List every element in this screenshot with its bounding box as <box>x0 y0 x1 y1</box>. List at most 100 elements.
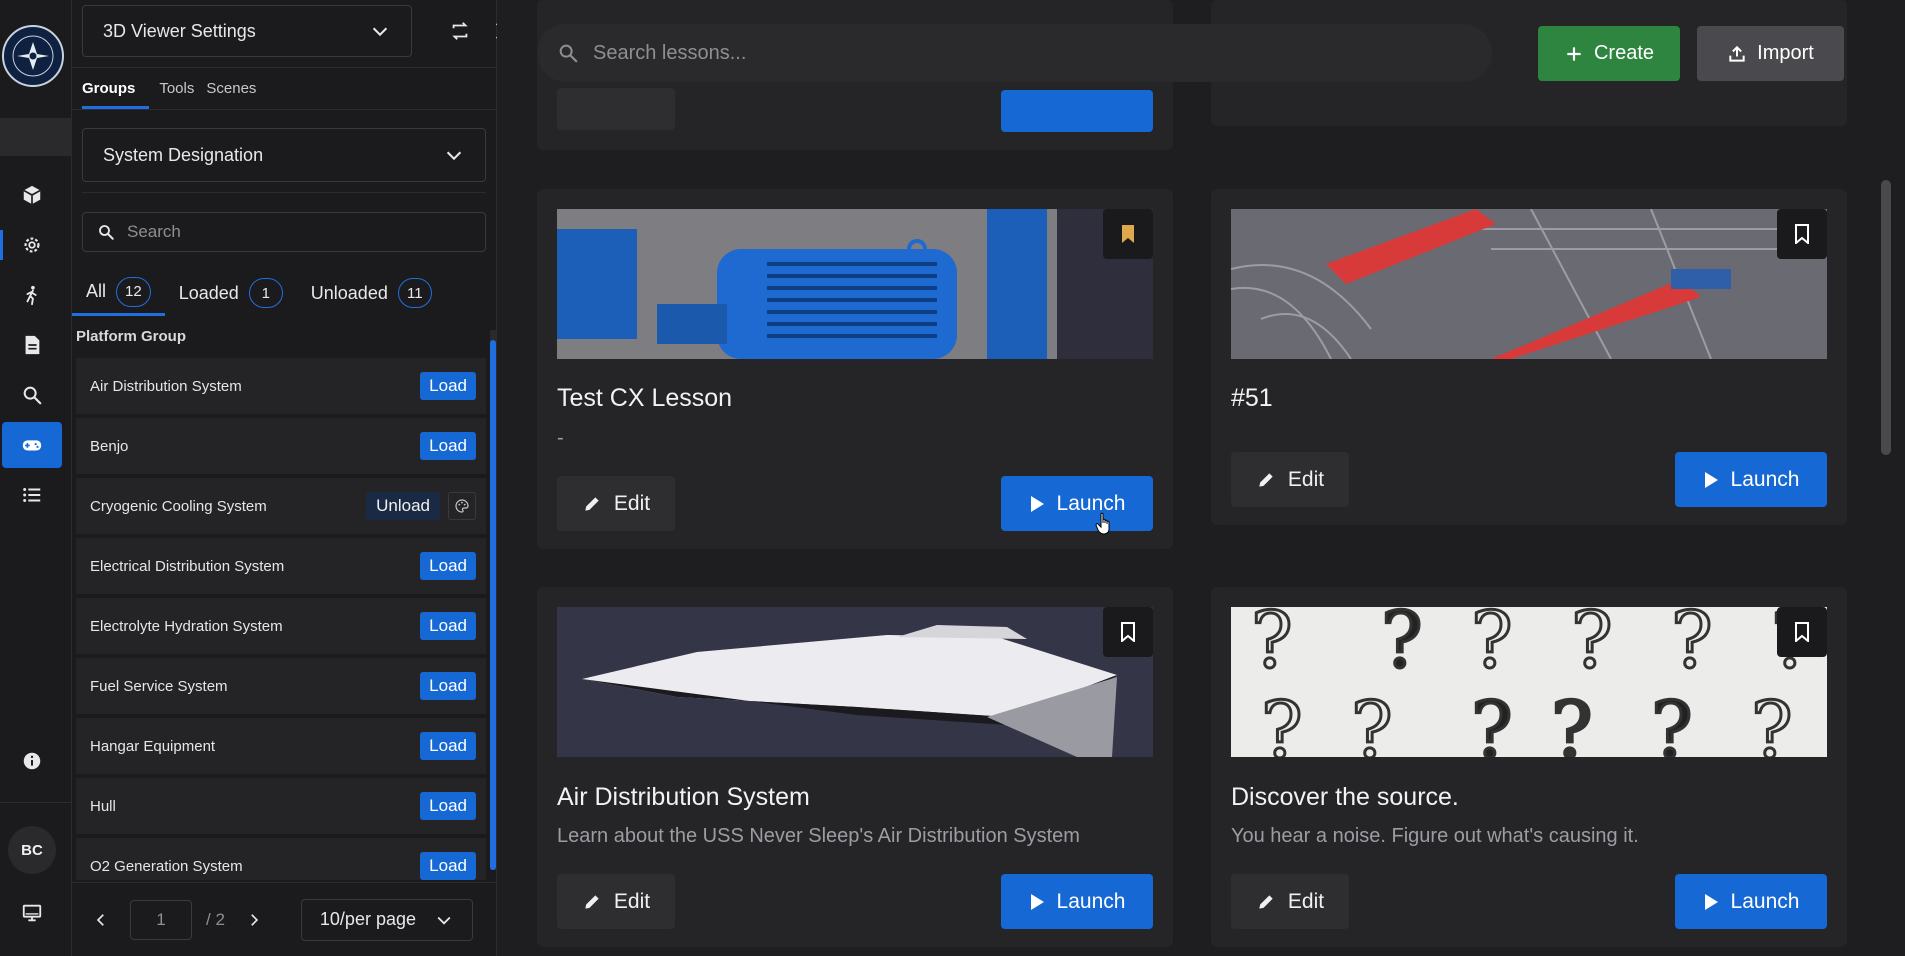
tab-tools[interactable]: Tools <box>159 70 206 109</box>
edit-button[interactable]: Edit <box>1231 874 1349 929</box>
filter-all[interactable]: All 12 <box>72 270 165 316</box>
play-icon <box>1030 893 1044 910</box>
load-button[interactable]: Load <box>420 732 476 760</box>
refresh-icon <box>452 22 468 40</box>
bookmark-button[interactable] <box>1777 209 1827 259</box>
launch-label: Launch <box>1056 889 1126 913</box>
prev-page-button[interactable] <box>86 905 116 935</box>
walk-icon <box>26 285 37 306</box>
rail-search-button[interactable] <box>2 372 62 418</box>
launch-button[interactable]: Launch <box>1001 476 1153 531</box>
launch-button[interactable]: Launch <box>1675 874 1827 929</box>
filter-loaded[interactable]: Loaded 1 <box>165 270 297 316</box>
system-designation-select[interactable]: System Designation <box>82 128 486 182</box>
deck-layout-image <box>1231 209 1827 359</box>
filter-label: All <box>86 281 107 301</box>
group-search-placeholder: Search <box>127 222 181 241</box>
load-button[interactable]: Load <box>420 372 476 400</box>
edit-button[interactable]: Edit <box>557 874 675 929</box>
user-avatar[interactable]: BC <box>8 826 56 874</box>
rail-display-button[interactable] <box>2 890 62 936</box>
edit-button[interactable]: Edit <box>1231 452 1349 507</box>
bookmark-outline-icon <box>1121 622 1135 642</box>
svg-text:?: ? <box>1251 607 1293 686</box>
list-item: Cryogenic Cooling System Unload <box>76 478 486 534</box>
per-page-select[interactable]: 10/per page <box>300 898 473 941</box>
create-button[interactable]: Create <box>1538 26 1680 81</box>
color-palette-button[interactable] <box>448 492 476 520</box>
per-page-value: 10/per page <box>319 909 416 929</box>
rail-documents-button[interactable] <box>2 322 62 368</box>
bookmark-button[interactable] <box>1777 607 1827 657</box>
next-page-button[interactable] <box>239 905 269 935</box>
lesson-card: ??? ??? ??? ??? Discover the source. You… <box>1211 587 1847 947</box>
rail-list-button[interactable] <box>2 472 62 518</box>
rail-info-button[interactable] <box>2 738 62 784</box>
load-button[interactable]: Load <box>420 552 476 580</box>
rail-settings-button[interactable] <box>0 222 62 268</box>
lesson-card: Test CX Lesson - Edit Launch <box>537 189 1173 549</box>
lesson-title: Air Distribution System <box>557 783 810 811</box>
play-icon <box>1704 471 1718 488</box>
import-button[interactable]: Import <box>1697 26 1844 81</box>
lesson-thumbnail[interactable] <box>1231 209 1827 359</box>
bookmark-button[interactable] <box>1103 209 1153 259</box>
edit-label: Edit <box>613 491 651 515</box>
play-icon <box>1704 893 1718 910</box>
launch-button-partial[interactable] <box>1001 90 1153 132</box>
cube-icon <box>23 185 41 205</box>
lesson-thumbnail[interactable] <box>557 209 1153 359</box>
panel-divider <box>82 192 486 193</box>
lessons-main: Search lessons... Create Import Test CX … <box>497 0 1905 956</box>
page-total: / 2 <box>206 909 225 929</box>
group-list-scrollbar[interactable] <box>490 330 496 870</box>
main-scrollbar[interactable] <box>1881 180 1891 455</box>
group-name: Electrical Distribution System <box>90 557 285 575</box>
upload-icon <box>1729 45 1745 62</box>
group-name: Air Distribution System <box>90 377 242 395</box>
filter-unloaded[interactable]: Unloaded 11 <box>297 270 446 316</box>
chevron-down-icon <box>446 151 462 161</box>
tab-scenes[interactable]: Scenes <box>206 70 268 109</box>
refresh-button[interactable] <box>442 13 478 49</box>
group-name: Cryogenic Cooling System <box>90 497 267 515</box>
viewer-settings-dropdown[interactable]: 3D Viewer Settings <box>82 5 412 57</box>
pencil-icon <box>1259 894 1273 909</box>
bookmark-outline-icon <box>1795 622 1809 642</box>
lesson-description: Learn about the USS Never Sleep's Air Di… <box>557 825 1080 847</box>
load-button[interactable]: Load <box>420 612 476 640</box>
launch-button[interactable]: Launch <box>1675 452 1827 507</box>
group-name: Electrolyte Hydration System <box>90 617 283 635</box>
group-name: Hangar Equipment <box>90 737 216 755</box>
launch-label: Launch <box>1056 491 1126 515</box>
edit-button[interactable]: Edit <box>557 476 675 531</box>
lesson-search-input[interactable]: Search lessons... <box>537 24 1492 82</box>
load-button[interactable]: Load <box>420 432 476 460</box>
tab-groups[interactable]: Groups <box>82 70 150 109</box>
lesson-thumbnail[interactable]: ??? ??? ??? ??? <box>1231 607 1827 757</box>
rail-walk-button[interactable] <box>2 272 62 318</box>
edit-button-partial[interactable] <box>557 88 675 130</box>
pencil-icon <box>585 496 599 511</box>
motor-image <box>557 209 1153 359</box>
rail-3d-viewer-button[interactable] <box>2 172 62 218</box>
bookmark-button[interactable] <box>1103 607 1153 657</box>
load-button[interactable]: Load <box>420 672 476 700</box>
load-button[interactable]: Load <box>420 792 476 820</box>
scrollbar-thumb[interactable] <box>490 340 496 870</box>
logo <box>2 25 64 87</box>
lesson-thumbnail[interactable] <box>557 607 1153 757</box>
group-search-input[interactable]: Search <box>82 212 486 252</box>
list-item: Benjo Load <box>76 418 486 474</box>
chevron-left-icon <box>96 913 104 926</box>
monitor-icon <box>22 904 42 922</box>
unload-button[interactable]: Unload <box>366 492 440 520</box>
lesson-card: #51 Edit Launch <box>1211 189 1847 525</box>
create-label: Create <box>1593 42 1655 64</box>
launch-button[interactable]: Launch <box>1001 874 1153 929</box>
page-number-input[interactable]: 1 <box>130 899 192 940</box>
load-button[interactable]: Load <box>420 852 476 880</box>
list-item: Hangar Equipment Load <box>76 718 486 774</box>
rail-lessons-button[interactable] <box>2 422 62 468</box>
lesson-search-placeholder: Search lessons... <box>593 41 747 64</box>
